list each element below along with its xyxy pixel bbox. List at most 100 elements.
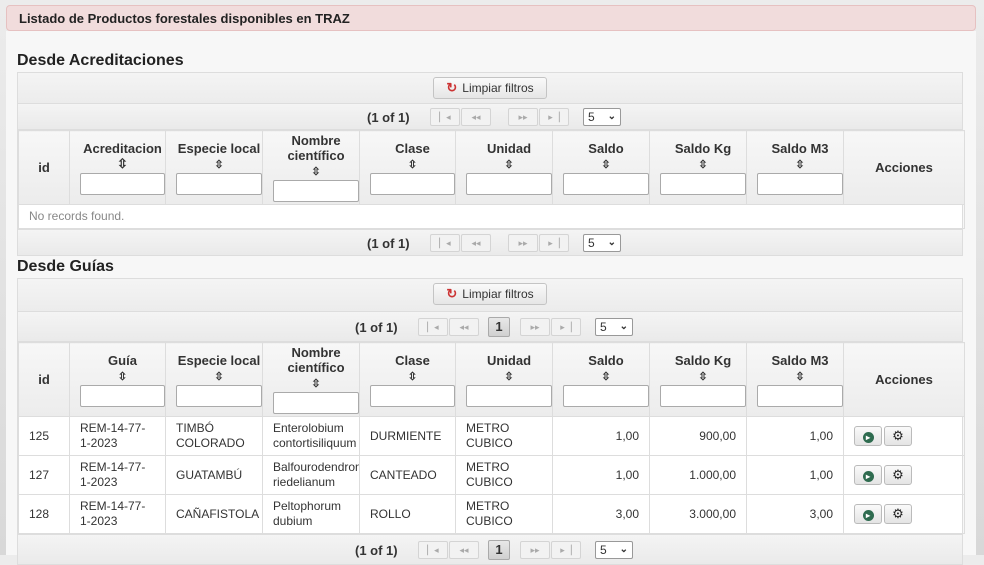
sort-icon: ⇳ bbox=[311, 166, 321, 178]
panel-header: Listado de Productos forestales disponib… bbox=[6, 5, 976, 31]
clear-filters-button[interactable]: ↻ Limpiar filtros bbox=[433, 77, 547, 99]
col-header-especie[interactable]: Especie local ⇳ bbox=[165, 130, 263, 205]
filter-input[interactable] bbox=[563, 172, 649, 195]
cell-clase: DURMIENTE bbox=[359, 416, 456, 456]
sort-icon: ⇳ bbox=[504, 370, 514, 383]
next-page-icon[interactable]: ▸▸ bbox=[520, 541, 550, 559]
chevron-down-icon: ⌄ bbox=[619, 321, 628, 332]
select-button[interactable]: ▸ bbox=[854, 426, 882, 446]
filter-input[interactable] bbox=[757, 384, 843, 407]
chevron-down-icon: ⌄ bbox=[607, 111, 616, 122]
cell-saldo-m3: 1,00 bbox=[746, 416, 844, 456]
first-page-icon[interactable]: ▏◂ bbox=[418, 318, 448, 336]
last-page-icon[interactable]: ▸▕ bbox=[539, 234, 569, 252]
prev-page-icon[interactable]: ◂◂ bbox=[449, 541, 479, 559]
filter-input[interactable] bbox=[273, 392, 359, 414]
col-header-unidad[interactable]: Unidad ⇳ bbox=[455, 130, 553, 205]
col-header-acciones: Acciones bbox=[843, 342, 965, 417]
sort-icon: ⇳ bbox=[117, 155, 128, 171]
first-page-icon[interactable]: ▏◂ bbox=[430, 108, 460, 126]
settings-button[interactable]: ⚙ bbox=[884, 465, 912, 485]
col-header-guia[interactable]: Guía ⇳ bbox=[69, 342, 166, 417]
page-number-button[interactable]: 1 bbox=[488, 540, 510, 560]
filter-input[interactable] bbox=[466, 172, 552, 195]
guias-table: ↻ Limpiar filtros (1 of 1) ▏◂ ◂◂ 1 ▸▸ ▸▕ … bbox=[17, 278, 965, 565]
cell-guia: REM-14-77-1-2023 bbox=[69, 416, 166, 456]
page-number-button[interactable]: 1 bbox=[488, 317, 510, 337]
filter-input[interactable] bbox=[466, 384, 552, 407]
cell-saldo-m3: 1,00 bbox=[746, 455, 844, 495]
filter-input[interactable] bbox=[660, 384, 746, 407]
select-button[interactable]: ▸ bbox=[854, 504, 882, 524]
first-page-icon[interactable]: ▏◂ bbox=[418, 541, 448, 559]
col-header-nombre[interactable]: Nombre científico ⇳ bbox=[262, 342, 360, 417]
filter-input[interactable] bbox=[563, 384, 649, 407]
rows-per-page-select[interactable]: 5 ⌄ bbox=[583, 108, 621, 126]
table-row[interactable]: 127 REM-14-77-1-2023 GUATAMBÚ Balfourodendr… bbox=[18, 455, 965, 495]
col-header-id[interactable]: id bbox=[18, 342, 70, 417]
cell-saldo-kg: 1.000,00 bbox=[649, 455, 747, 495]
settings-button[interactable]: ⚙ bbox=[884, 426, 912, 446]
filter-input[interactable] bbox=[80, 384, 165, 407]
first-page-icon[interactable]: ▏◂ bbox=[430, 234, 460, 252]
select-button[interactable]: ▸ bbox=[854, 465, 882, 485]
col-header-acreditacion[interactable]: Acreditacion ⇳ bbox=[69, 130, 166, 205]
gear-icon: ⚙ bbox=[892, 467, 904, 482]
arrow-circle-icon: ▸ bbox=[862, 471, 874, 482]
next-page-icon[interactable]: ▸▸ bbox=[508, 234, 538, 252]
filter-input[interactable] bbox=[176, 172, 262, 195]
filter-input[interactable] bbox=[660, 172, 746, 195]
cell-saldo: 3,00 bbox=[552, 494, 650, 534]
cell-acciones: ▸ ⚙ bbox=[843, 494, 965, 534]
cell-guia: REM-14-77-1-2023 bbox=[69, 494, 166, 534]
col-header-id[interactable]: id bbox=[18, 130, 70, 205]
rows-per-page-value: 5 bbox=[600, 320, 607, 334]
sort-icon: ⇳ bbox=[795, 370, 805, 383]
sort-icon: ⇳ bbox=[214, 370, 224, 383]
filter-input[interactable] bbox=[80, 172, 165, 195]
page-title: Listado de Productos forestales disponib… bbox=[19, 11, 350, 26]
filter-input[interactable] bbox=[757, 172, 843, 195]
next-page-icon[interactable]: ▸▸ bbox=[520, 318, 550, 336]
col-header-saldo-kg[interactable]: Saldo Kg ⇳ bbox=[649, 342, 747, 417]
col-header-especie[interactable]: Especie local ⇳ bbox=[165, 342, 263, 417]
filter-input[interactable] bbox=[370, 384, 455, 407]
arrow-circle-icon: ▸ bbox=[862, 510, 874, 521]
prev-page-icon[interactable]: ◂◂ bbox=[461, 108, 491, 126]
last-page-icon[interactable]: ▸▕ bbox=[539, 108, 569, 126]
settings-button[interactable]: ⚙ bbox=[884, 504, 912, 524]
filter-input[interactable] bbox=[176, 384, 262, 407]
arrow-circle-icon: ▸ bbox=[862, 432, 874, 443]
col-header-clase[interactable]: Clase ⇳ bbox=[359, 342, 456, 417]
col-header-clase[interactable]: Clase ⇳ bbox=[359, 130, 456, 205]
prev-page-icon[interactable]: ◂◂ bbox=[461, 234, 491, 252]
cell-especie: TIMBÓ COLORADO bbox=[165, 416, 263, 456]
col-header-nombre[interactable]: Nombre científico ⇳ bbox=[262, 130, 360, 205]
rows-per-page-select[interactable]: 5 ⌄ bbox=[595, 318, 633, 336]
rows-per-page-select[interactable]: 5 ⌄ bbox=[595, 541, 633, 559]
table-row[interactable]: 125 REM-14-77-1-2023 TIMBÓ COLORADO Enterol… bbox=[18, 416, 965, 456]
col-header-unidad[interactable]: Unidad ⇳ bbox=[455, 342, 553, 417]
prev-page-icon[interactable]: ◂◂ bbox=[449, 318, 479, 336]
sort-icon: ⇳ bbox=[407, 370, 418, 383]
table-row[interactable]: 128 REM-14-77-1-2023 CAÑAFISTOLA Peltophoru… bbox=[18, 494, 965, 534]
last-page-icon[interactable]: ▸▕ bbox=[551, 318, 581, 336]
sort-icon: ⇳ bbox=[117, 370, 128, 383]
cell-especie: CAÑAFISTOLA bbox=[165, 494, 263, 534]
table-toolbar: ↻ Limpiar filtros bbox=[18, 73, 962, 104]
col-header-saldo-m3[interactable]: Saldo M3 ⇳ bbox=[746, 130, 844, 205]
clear-filters-button[interactable]: ↻ Limpiar filtros bbox=[433, 283, 547, 305]
col-header-saldo[interactable]: Saldo ⇳ bbox=[552, 342, 650, 417]
cell-clase: ROLLO bbox=[359, 494, 456, 534]
cell-nombre: Peltophorum dubium bbox=[262, 494, 360, 534]
next-page-icon[interactable]: ▸▸ bbox=[508, 108, 538, 126]
sort-icon: ⇳ bbox=[601, 158, 611, 171]
filter-input[interactable] bbox=[370, 172, 455, 195]
col-header-saldo-kg[interactable]: Saldo Kg ⇳ bbox=[649, 130, 747, 205]
col-header-saldo[interactable]: Saldo ⇳ bbox=[552, 130, 650, 205]
rows-per-page-select[interactable]: 5 ⌄ bbox=[583, 234, 621, 252]
last-page-icon[interactable]: ▸▕ bbox=[551, 541, 581, 559]
sort-icon: ⇳ bbox=[311, 378, 321, 390]
filter-input[interactable] bbox=[273, 180, 359, 202]
col-header-saldo-m3[interactable]: Saldo M3 ⇳ bbox=[746, 342, 844, 417]
